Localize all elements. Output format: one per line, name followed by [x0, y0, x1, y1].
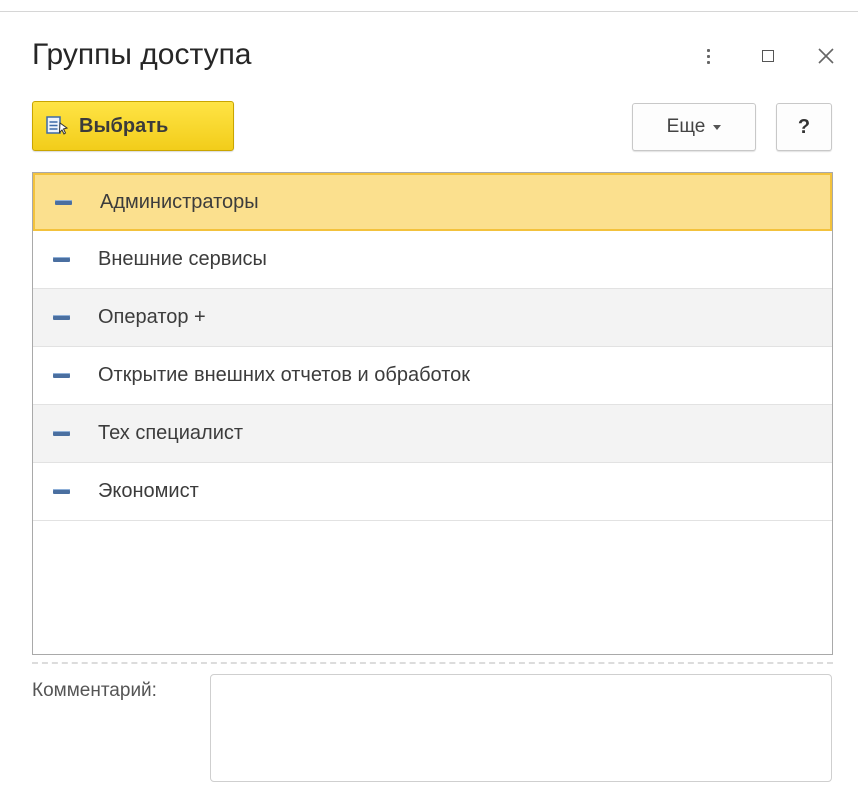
- top-divider: [0, 11, 858, 12]
- comment-label: Комментарий:: [32, 680, 157, 701]
- list-item-label: Внешние сервисы: [98, 248, 267, 270]
- group-item-icon: [53, 315, 70, 320]
- list-item[interactable]: Экономист: [33, 463, 832, 521]
- access-groups-list[interactable]: Администраторы Внешние сервисы Оператор …: [32, 172, 833, 655]
- list-item-label: Оператор +: [98, 306, 206, 328]
- group-item-icon: [53, 431, 70, 436]
- select-button-label: Выбрать: [79, 114, 169, 137]
- more-vertical-icon: [706, 48, 710, 64]
- more-menu-button[interactable]: Еще: [632, 103, 756, 151]
- list-item[interactable]: Администраторы: [33, 173, 832, 231]
- list-item-label: Тех специалист: [98, 422, 244, 444]
- list-item[interactable]: Внешние сервисы: [33, 231, 832, 289]
- group-item-icon: [53, 373, 70, 378]
- list-item[interactable]: Тех специалист: [33, 405, 832, 463]
- form-divider: [32, 662, 833, 664]
- comment-field[interactable]: [210, 674, 832, 782]
- close-icon: [818, 48, 834, 64]
- select-icon: [46, 116, 69, 135]
- list-item[interactable]: Открытие внешних отчетов и обработок: [33, 347, 832, 405]
- list-item[interactable]: Оператор +: [33, 289, 832, 347]
- maximize-button[interactable]: [752, 40, 784, 72]
- help-button[interactable]: ?: [776, 103, 832, 151]
- group-item-icon: [53, 257, 70, 262]
- maximize-icon: [762, 50, 774, 62]
- more-menu-label: Еще: [666, 116, 706, 137]
- window-title: Группы доступа: [32, 38, 252, 71]
- group-item-icon: [53, 489, 70, 494]
- list-item-label: Открытие внешних отчетов и обработок: [98, 364, 471, 386]
- close-button[interactable]: [810, 40, 842, 72]
- list-item-label: Экономист: [98, 480, 199, 502]
- help-label: ?: [797, 115, 811, 138]
- select-button[interactable]: Выбрать: [32, 101, 234, 151]
- more-actions-button[interactable]: [692, 40, 724, 72]
- list-item-label: Администраторы: [100, 190, 259, 213]
- group-item-icon: [55, 199, 72, 205]
- chevron-down-icon: [713, 124, 722, 130]
